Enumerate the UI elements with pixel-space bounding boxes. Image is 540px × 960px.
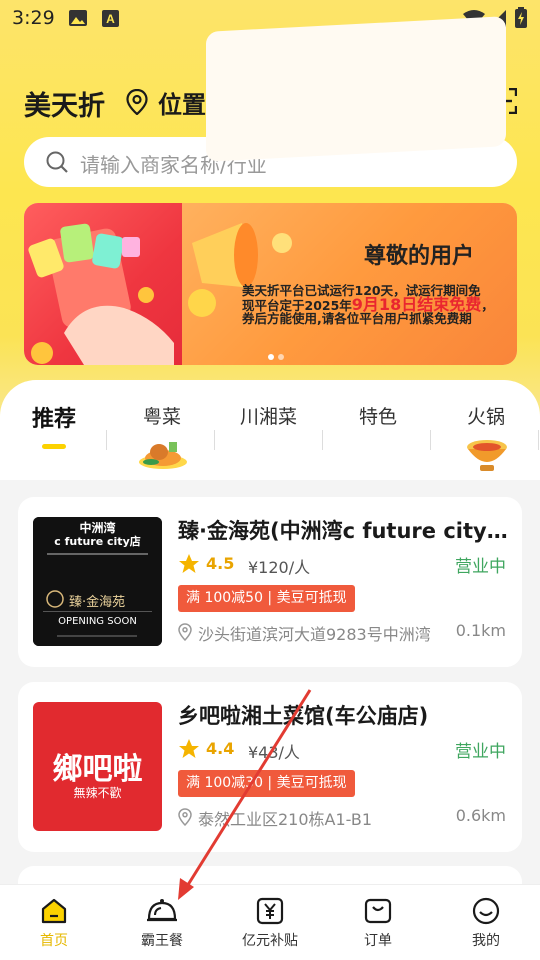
restaurant-distance: 0.6km: [455, 806, 506, 825]
price-per-person: ¥120/人: [248, 558, 311, 577]
coupon-hand-illustration: [28, 223, 174, 365]
tab-divider: [106, 430, 107, 450]
tab-cantonese[interactable]: 粤菜: [143, 402, 181, 429]
hotpot-icon[interactable]: [462, 433, 512, 473]
restaurant-card[interactable]: 中洲湾 c future city店 臻·金海苑 OPENING SOON 臻·…: [18, 497, 522, 667]
open-status: 营业中: [455, 557, 506, 577]
banner-pager-dots: [268, 345, 288, 364]
nav-bawangcan[interactable]: 霸王餐: [108, 885, 216, 960]
nav-home[interactable]: 首页: [0, 885, 108, 960]
brand-title: 美天折: [24, 91, 105, 122]
restaurant-address: 泰然工业区210栋A1-B1: [198, 810, 373, 829]
promo-tag: 满 100减50 | 美豆可抵现: [178, 585, 355, 612]
nav-subsidy[interactable]: 亿元补贴: [216, 885, 324, 960]
banner-line-2-suffix: ，: [481, 298, 494, 313]
restaurant-name[interactable]: 乡吧啦湘土菜馆(车公庙店): [178, 700, 508, 730]
thumb-text-2: c future city店: [54, 535, 141, 548]
search-icon: [46, 151, 68, 173]
price-per-person: ¥43/人: [248, 743, 300, 762]
banner-line-3: 券后方能使用,请各位平台用户抓紧免费期: [242, 311, 472, 326]
pager-dot: [268, 354, 274, 360]
cantonese-dish-icon[interactable]: [137, 432, 189, 472]
restaurant-thumbnail[interactable]: 中洲湾 c future city店 臻·金海苑 OPENING SOON: [33, 517, 162, 646]
rating-value: 4.5: [206, 554, 235, 573]
tab-recommend[interactable]: 推荐: [32, 401, 76, 433]
thumb-text-2: 無辣不歡: [73, 786, 122, 800]
open-status: 营业中: [455, 742, 506, 762]
tab-active-indicator: [42, 444, 66, 449]
tab-hotpot[interactable]: 火锅: [467, 402, 505, 429]
restaurant-card[interactable]: 鄉吧啦 無辣不歡 乡吧啦湘土菜馆(车公庙店) 4.4 ¥43/人 营业中 满 1…: [18, 682, 522, 852]
star-icon: [179, 739, 199, 758]
pager-dot: [278, 354, 284, 360]
address-pin-icon: [178, 808, 192, 826]
nav-label: 亿元补贴: [242, 933, 298, 949]
bottom-nav: 首页 霸王餐 亿元补贴 订单 我的: [0, 884, 540, 960]
banner-coupon-illustration: [24, 203, 182, 365]
address-pin-icon: [178, 623, 192, 641]
restaurant-distance: 0.1km: [455, 621, 506, 640]
thumb-text-3: 臻·金海苑: [69, 595, 126, 610]
thumb-text-4: OPENING SOON: [58, 616, 137, 627]
nav-label: 订单: [364, 933, 392, 949]
tab-divider: [430, 430, 431, 450]
star-icon: [179, 554, 199, 573]
nav-orders[interactable]: 订单: [324, 885, 432, 960]
tab-divider: [538, 430, 539, 450]
home-icon: [41, 898, 67, 924]
tab-sichuan-hunan[interactable]: 川湘菜: [240, 402, 297, 429]
location-pin-icon[interactable]: [126, 89, 148, 115]
tab-divider: [214, 430, 215, 450]
dish-cover-icon: [147, 899, 177, 922]
battery-icon: [515, 7, 527, 28]
font-a-icon: A: [102, 10, 119, 27]
banner-title: 尊敬的用户: [364, 244, 475, 269]
order-bag-icon: [364, 898, 392, 924]
nav-label: 霸王餐: [141, 933, 183, 949]
gallery-icon: [69, 10, 87, 26]
restaurant-thumbnail[interactable]: 鄉吧啦 無辣不歡: [33, 702, 162, 831]
banner-notice-card: [206, 16, 506, 162]
tab-specialty[interactable]: 特色: [359, 402, 397, 429]
restaurant-address: 沙头街道滨河大道9283号中洲湾: [198, 625, 431, 644]
yuan-icon: [256, 897, 284, 925]
tab-divider: [322, 430, 323, 450]
restaurant-name[interactable]: 臻·金海苑(中洲湾c future city店): [178, 515, 508, 545]
smile-icon: [472, 897, 500, 925]
status-time: 3:29: [12, 7, 55, 29]
nav-profile[interactable]: 我的: [432, 885, 540, 960]
thumb-text-1: 鄉吧啦: [52, 752, 143, 787]
svg-text:A: A: [106, 12, 115, 26]
category-tabs: [0, 380, 540, 480]
nav-label: 首页: [40, 933, 68, 949]
promo-tag: 满 100减30 | 美豆可抵现: [178, 770, 355, 797]
rating-value: 4.4: [206, 739, 235, 758]
nav-label: 我的: [472, 933, 500, 949]
